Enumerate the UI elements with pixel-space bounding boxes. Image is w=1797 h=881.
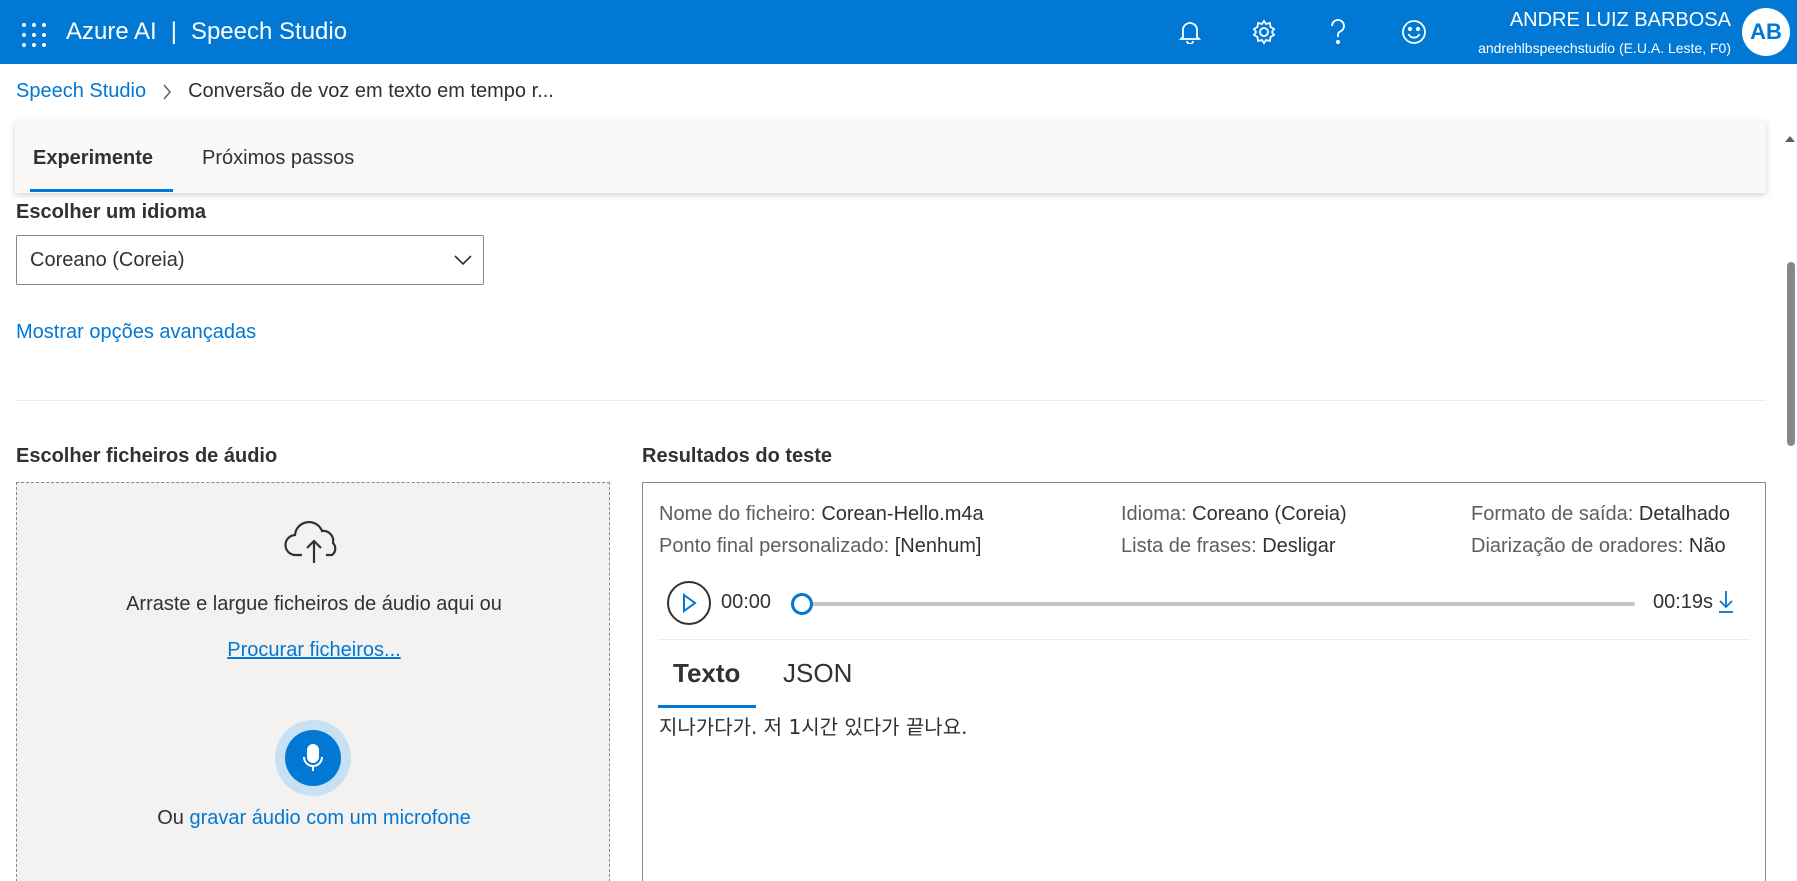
results-tab-indicator	[658, 705, 756, 708]
product-name: Speech Studio	[190, 18, 348, 45]
language-label: Escolher um idioma	[16, 201, 207, 223]
download-icon[interactable]	[1717, 589, 1735, 620]
meta-language-label: Idioma:	[1121, 503, 1187, 525]
drag-drop-text: Arraste e largue ficheiros de áudio aqui…	[126, 593, 502, 615]
current-time: 00:00	[721, 591, 772, 613]
meta-format: Formato de saída: Detalhado	[1471, 503, 1730, 526]
tabs-bar: Experimente Próximos passos	[15, 121, 1766, 193]
meta-language: Idioma: Coreano (Coreia)	[1121, 503, 1347, 526]
chevron-right-icon	[162, 84, 172, 100]
language-dropdown[interactable]: Coreano (Coreia)	[16, 235, 484, 285]
tab-active-indicator	[30, 189, 173, 192]
meta-phrase-value: Desligar	[1262, 535, 1336, 557]
meta-language-value: Coreano (Coreia)	[1192, 503, 1347, 525]
breadcrumb-root-link[interactable]: Speech Studio	[16, 80, 146, 103]
meta-file-value: Corean-Hello.m4a	[821, 503, 984, 525]
upload-title: Escolher ficheiros de áudio	[16, 445, 278, 467]
avatar[interactable]: AB	[1742, 8, 1790, 56]
language-selected-value: Coreano (Coreia)	[30, 249, 185, 271]
meta-diarization-value: Não	[1688, 535, 1726, 557]
results-panel: Nome do ficheiro: Corean-Hello.m4a Idiom…	[642, 482, 1766, 881]
smiley-icon[interactable]	[1396, 14, 1432, 50]
waffle-icon[interactable]	[22, 23, 46, 47]
results-title: Resultados do teste	[642, 445, 833, 467]
meta-diarization: Diarização de oradores: Não	[1471, 535, 1726, 558]
breadcrumb: Speech Studio Conversão de voz em texto …	[16, 80, 554, 103]
seek-track[interactable]	[797, 602, 1635, 606]
user-info[interactable]: ANDRE LUIZ BARBOSA andrehlbspeechstudio …	[1478, 8, 1731, 58]
audio-drop-zone[interactable]: Arraste e largue ficheiros de áudio aqui…	[16, 482, 610, 881]
user-name: ANDRE LUIZ BARBOSA	[1509, 9, 1731, 31]
results-divider	[658, 639, 1750, 640]
scroll-up-icon[interactable]	[1784, 130, 1796, 148]
meta-phrase-list: Lista de frases: Desligar	[1121, 535, 1336, 558]
transcript-text: 지나가다가. 저 1시간 있다가 끝나요.	[659, 715, 968, 739]
tab-experimente[interactable]: Experimente	[33, 147, 153, 170]
play-button[interactable]	[667, 581, 711, 625]
breadcrumb-current: Conversão de voz em texto em tempo r...	[188, 80, 554, 102]
meta-file-label: Nome do ficheiro:	[659, 503, 816, 525]
meta-phrase-label: Lista de frases:	[1121, 535, 1257, 557]
meta-endpoint-label: Ponto final personalizado:	[659, 535, 890, 557]
gear-icon[interactable]	[1246, 14, 1282, 50]
top-bar: Azure AI | Speech Studio ANDRE LUIZ BARBOS…	[0, 0, 1797, 64]
cloud-upload-icon	[284, 519, 344, 572]
meta-endpoint-value: [Nenhum]	[894, 535, 982, 557]
chevron-down-icon	[453, 251, 473, 274]
meta-diarization-label: Diarização de oradores:	[1471, 535, 1684, 557]
brand-name: Azure AI	[66, 18, 157, 45]
advanced-options-link[interactable]: Mostrar opções avançadas	[16, 321, 256, 344]
section-divider	[16, 400, 1766, 401]
audio-player: 00:00 00:19s	[667, 581, 1749, 625]
tab-proximos-passos[interactable]: Próximos passos	[202, 147, 354, 170]
seek-thumb[interactable]	[791, 593, 813, 615]
tab-texto[interactable]: Texto	[673, 658, 740, 689]
scrollbar-thumb[interactable]	[1787, 262, 1795, 446]
record-audio-line: Ou gravar áudio com um microfone	[17, 807, 611, 830]
microphone-icon	[285, 730, 341, 786]
duration: 00:19s	[1653, 591, 1714, 613]
brand[interactable]: Azure AI | Speech Studio	[66, 18, 347, 46]
meta-format-label: Formato de saída:	[1471, 503, 1634, 525]
meta-format-value: Detalhado	[1638, 503, 1731, 525]
bell-icon[interactable]	[1172, 14, 1208, 50]
tab-json[interactable]: JSON	[783, 658, 852, 689]
meta-endpoint: Ponto final personalizado: [Nenhum]	[659, 535, 981, 558]
record-audio-link[interactable]: gravar áudio com um microfone	[190, 807, 471, 829]
browse-files-link[interactable]: Procurar ficheiros...	[17, 639, 611, 662]
brand-separator: |	[170, 18, 177, 45]
help-icon[interactable]	[1320, 14, 1356, 50]
or-text: Ou	[157, 807, 184, 829]
meta-file: Nome do ficheiro: Corean-Hello.m4a	[659, 503, 984, 526]
user-resource: andrehlbspeechstudio (E.U.A. Leste, F0)	[1478, 40, 1731, 56]
record-mic-button[interactable]	[275, 720, 351, 796]
